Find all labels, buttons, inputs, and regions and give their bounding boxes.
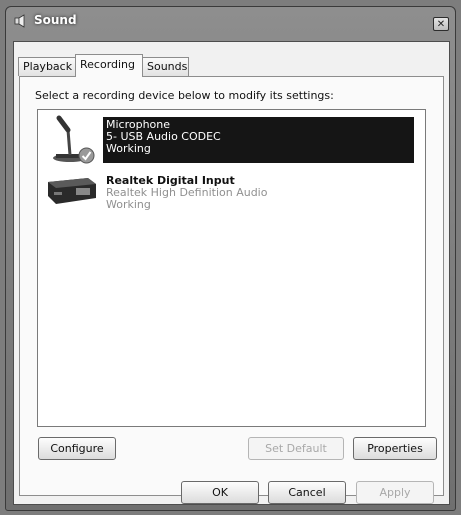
speaker-icon <box>14 14 28 28</box>
device-status: Working <box>106 142 151 155</box>
set-default-button[interactable]: Set Default <box>248 437 344 460</box>
default-device-check-icon <box>78 147 95 164</box>
cancel-button[interactable]: Cancel <box>268 481 346 504</box>
device-list[interactable]: Microphone 5- USB Audio CODEC Working Re… <box>37 109 426 427</box>
close-button[interactable]: ✕ <box>433 17 449 31</box>
device-item-microphone[interactable]: Microphone 5- USB Audio CODEC Working <box>38 114 425 166</box>
tab-recording[interactable]: Recording <box>75 54 143 77</box>
device-item-digital-input[interactable]: Realtek Digital Input Realtek High Defin… <box>38 170 425 222</box>
ok-button[interactable]: OK <box>181 481 259 504</box>
instruction-text: Select a recording device below to modif… <box>35 89 334 102</box>
device-text-digital-input: Realtek Digital Input Realtek High Defin… <box>103 173 414 219</box>
tab-sounds[interactable]: Sounds <box>142 57 189 76</box>
digital-input-icon <box>46 170 98 222</box>
device-description: Realtek High Definition Audio <box>106 186 268 199</box>
title-bar[interactable]: Sound ✕ <box>6 7 455 35</box>
configure-button[interactable]: Configure <box>38 437 116 460</box>
recording-panel: Select a recording device below to modif… <box>19 76 444 496</box>
sound-dialog: Sound ✕ Playback Recording Sounds Select… <box>5 6 456 511</box>
apply-button[interactable]: Apply <box>356 481 434 504</box>
device-text-microphone: Microphone 5- USB Audio CODEC Working <box>103 117 414 163</box>
device-description: 5- USB Audio CODEC <box>106 130 221 143</box>
window-title: Sound <box>34 13 77 27</box>
tab-playback[interactable]: Playback <box>18 57 76 76</box>
dialog-body: Playback Recording Sounds Select a recor… <box>13 41 450 505</box>
close-icon: ✕ <box>436 19 446 30</box>
properties-button[interactable]: Properties <box>353 437 437 460</box>
device-status: Working <box>106 198 151 211</box>
